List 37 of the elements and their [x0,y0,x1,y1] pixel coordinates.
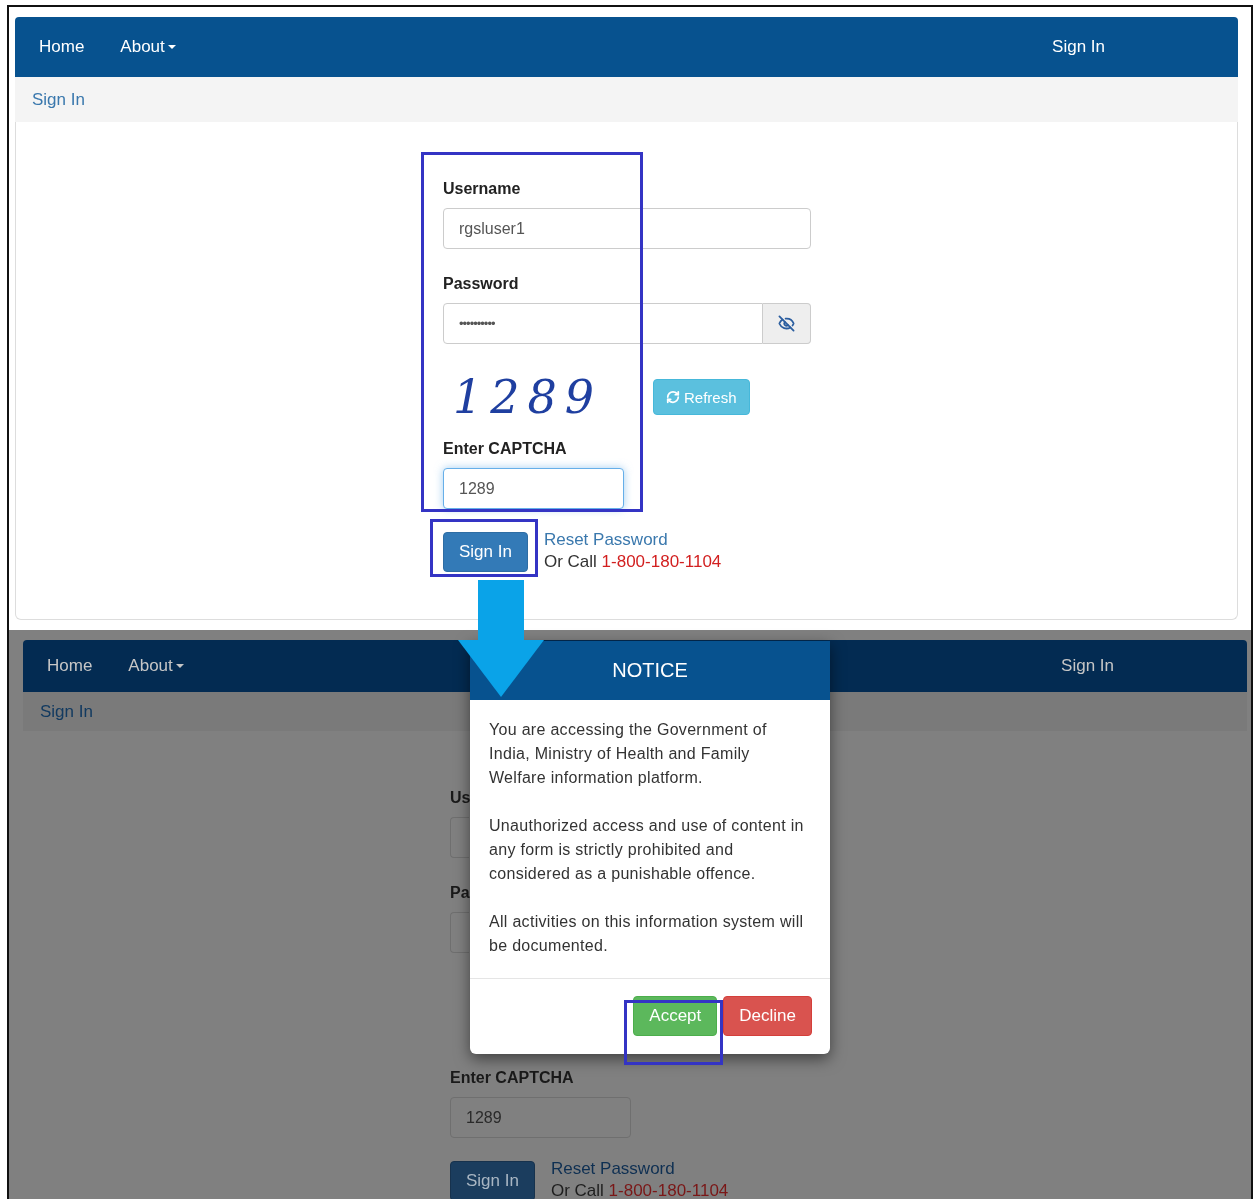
field-label: Username [443,180,522,198]
field-label: Us [450,789,472,807]
notice-paragraph: All activities on this information system will be documented. [489,912,805,956]
caret-icon [167,45,176,49]
captcha-field[interactable]: 1289 [443,468,624,509]
reset-password-link[interactable]: Reset Password [550,1159,729,1179]
sign-in-button[interactable]: Sign In [450,1161,535,1199]
eye-slash-icon [778,315,795,332]
captcha-field[interactable]: 1289 [450,1097,631,1138]
nav-link[interactable]: About [128,656,184,676]
refresh-icon [666,390,680,404]
nav-link[interactable]: About [120,37,176,57]
decline-button[interactable]: Decline [723,996,812,1036]
notice-paragraph: Unauthorized access and use of content in any form is strictly prohibited and considered as a punishable offence. [489,816,805,884]
input-field[interactable] [450,912,469,953]
field-label: Pa [450,884,471,902]
sign-in-button[interactable]: Sign In [443,532,528,572]
caret-icon [175,664,184,668]
breadcrumb-link[interactable]: Sign In [32,89,85,110]
down-arrow-icon [458,580,544,697]
notice-paragraph: You are accessing the Government of India, Ministry of Health and Family Welfare information platform. [489,720,768,788]
nav-link[interactable]: Home [39,37,85,57]
dialog-title: NOTICE [612,659,688,682]
captcha-text: 1289 [453,370,604,424]
password-field[interactable]: •••••••••• [443,303,763,344]
nav-link[interactable]: Sign In [1061,656,1114,676]
call-text: Or Call 1-800-180-1104 [543,552,722,572]
field-label: Password [443,275,520,293]
input-field[interactable] [450,817,469,858]
nav-link[interactable]: Home [47,656,93,676]
nav-link[interactable]: Sign In [1052,37,1105,57]
field-label: Enter CAPTCHA [450,1069,575,1087]
field-label: Enter CAPTCHA [443,440,568,458]
username-field[interactable]: rgsluser1 [443,208,811,249]
toggle-visibility-button[interactable] [763,303,811,344]
reset-password-link[interactable]: Reset Password [543,530,722,550]
call-text: Or Call 1-800-180-1104 [550,1181,729,1199]
